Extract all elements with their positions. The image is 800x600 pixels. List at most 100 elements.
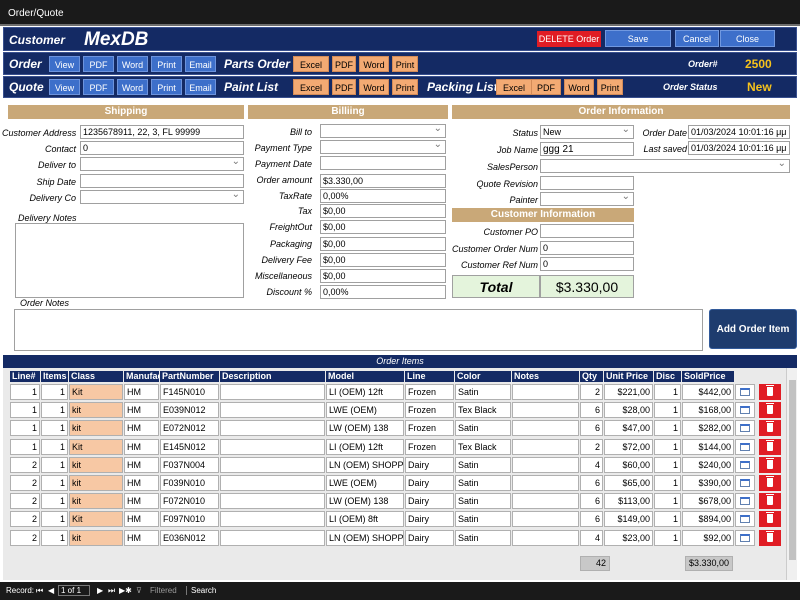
quote-revision-field[interactable] (540, 176, 634, 190)
cell-sold-price[interactable]: $240,00 (682, 456, 734, 473)
order-pdf-button[interactable]: PDF (83, 56, 114, 72)
cell-line-type[interactable]: Frozen (405, 438, 454, 455)
order-notes-textarea[interactable] (14, 309, 703, 351)
cell-line-type[interactable]: Dairy (405, 456, 454, 473)
cell-manufac[interactable]: HM (124, 456, 159, 473)
cell-notes[interactable] (512, 475, 579, 491)
parts-pdf-button[interactable]: PDF (332, 56, 356, 72)
cell-color[interactable]: Satin (455, 475, 511, 491)
cell-unit-price[interactable]: $221,00 (604, 384, 653, 400)
cancel-button[interactable]: Cancel (675, 30, 719, 47)
order-word-button[interactable]: Word (117, 56, 148, 72)
cell-model[interactable]: LN (OEM) SHOPPING (326, 456, 404, 473)
parts-print-button[interactable]: Print (392, 56, 418, 72)
cell-line[interactable]: 2 (10, 475, 40, 491)
delete-row-icon[interactable] (759, 384, 781, 400)
cell-description[interactable] (220, 402, 325, 419)
cell-class[interactable]: kit (69, 402, 123, 419)
delete-row-icon[interactable] (759, 402, 781, 419)
cell-partnumber[interactable]: E036N012 (160, 529, 219, 546)
grid-scrollbar-thumb[interactable] (789, 380, 796, 560)
customer-ref-num-field[interactable]: 0 (540, 257, 634, 271)
cell-color[interactable]: Satin (455, 529, 511, 546)
cell-notes[interactable] (512, 384, 579, 400)
cell-items[interactable]: 1 (41, 529, 68, 546)
cell-qty[interactable]: 6 (580, 493, 603, 510)
packing-excel-button[interactable]: Excel (496, 79, 532, 95)
paint-word-button[interactable]: Word (359, 79, 389, 95)
cell-sold-price[interactable]: $678,00 (682, 493, 734, 510)
cell-items[interactable]: 1 (41, 384, 68, 400)
cell-qty[interactable]: 4 (580, 529, 603, 546)
cell-disc[interactable]: 1 (654, 456, 681, 473)
cell-manufac[interactable]: HM (124, 438, 159, 455)
cell-model[interactable]: LWE (OEM) (326, 475, 404, 491)
save-button[interactable]: Save (605, 30, 671, 47)
cell-color[interactable]: Tex Black (455, 402, 511, 419)
customer-po-field[interactable] (540, 224, 634, 238)
cell-class[interactable]: kit (69, 493, 123, 510)
cell-class[interactable]: kit (69, 475, 123, 491)
cell-unit-price[interactable]: $23,00 (604, 529, 653, 546)
cell-notes[interactable] (512, 493, 579, 510)
edit-row-icon[interactable] (735, 493, 755, 510)
cell-model[interactable]: LW (OEM) 138 (326, 493, 404, 510)
cell-unit-price[interactable]: $72,00 (604, 438, 653, 455)
packaging-field[interactable]: $0,00 (320, 237, 446, 251)
cell-disc[interactable]: 1 (654, 420, 681, 437)
cell-sold-price[interactable]: $442,00 (682, 384, 734, 400)
packing-pdf-button[interactable]: PDF (531, 79, 561, 95)
cell-items[interactable]: 1 (41, 456, 68, 473)
cell-partnumber[interactable]: F072N010 (160, 493, 219, 510)
cell-qty[interactable]: 6 (580, 475, 603, 491)
delivery-notes-textarea[interactable] (15, 223, 244, 298)
parts-excel-button[interactable]: Excel (293, 56, 329, 72)
cell-qty[interactable]: 6 (580, 511, 603, 528)
record-position[interactable]: 1 of 1 (58, 585, 91, 596)
packing-word-button[interactable]: Word (564, 79, 594, 95)
cell-class[interactable]: Kit (69, 438, 123, 455)
bill-to-dropdown[interactable] (320, 124, 446, 138)
cell-description[interactable] (220, 529, 325, 546)
cell-line[interactable]: 2 (10, 511, 40, 528)
delete-row-icon[interactable] (759, 493, 781, 510)
cell-notes[interactable] (512, 420, 579, 437)
cell-line-type[interactable]: Frozen (405, 402, 454, 419)
cell-partnumber[interactable]: F097N010 (160, 511, 219, 528)
paint-excel-button[interactable]: Excel (293, 79, 329, 95)
cell-disc[interactable]: 1 (654, 475, 681, 491)
cell-line-type[interactable]: Frozen (405, 384, 454, 400)
deliver-to-dropdown[interactable] (80, 157, 244, 171)
cell-sold-price[interactable]: $282,00 (682, 420, 734, 437)
delete-row-icon[interactable] (759, 456, 781, 473)
cell-notes[interactable] (512, 438, 579, 455)
customer-address-field[interactable]: 1235678911, 22, 3, FL 99999 (80, 125, 244, 139)
cell-line[interactable]: 2 (10, 456, 40, 473)
last-record-icon[interactable]: ⏭ (108, 586, 115, 596)
next-record-icon[interactable]: ▶ (97, 586, 103, 595)
cell-manufac[interactable]: HM (124, 402, 159, 419)
cell-partnumber[interactable]: F037N004 (160, 456, 219, 473)
cell-line[interactable]: 1 (10, 438, 40, 455)
payment-type-dropdown[interactable] (320, 140, 446, 154)
cell-sold-price[interactable]: $168,00 (682, 402, 734, 419)
cell-items[interactable]: 1 (41, 420, 68, 437)
cell-disc[interactable]: 1 (654, 402, 681, 419)
delete-row-icon[interactable] (759, 475, 781, 491)
cell-class[interactable]: kit (69, 529, 123, 546)
cell-description[interactable] (220, 493, 325, 510)
delete-row-icon[interactable] (759, 438, 781, 455)
cell-color[interactable]: Satin (455, 420, 511, 437)
cell-model[interactable]: LI (OEM) 12ft (326, 438, 404, 455)
cell-disc[interactable]: 1 (654, 511, 681, 528)
cell-qty[interactable]: 6 (580, 420, 603, 437)
cell-description[interactable] (220, 456, 325, 473)
quote-view-button[interactable]: View (49, 79, 80, 95)
edit-row-icon[interactable] (735, 475, 755, 491)
cell-notes[interactable] (512, 456, 579, 473)
cell-sold-price[interactable]: $92,00 (682, 529, 734, 546)
cell-line-type[interactable]: Dairy (405, 493, 454, 510)
filter-icon[interactable]: ⊽ (136, 586, 142, 595)
edit-row-icon[interactable] (735, 420, 755, 437)
cell-partnumber[interactable]: E145N012 (160, 438, 219, 455)
